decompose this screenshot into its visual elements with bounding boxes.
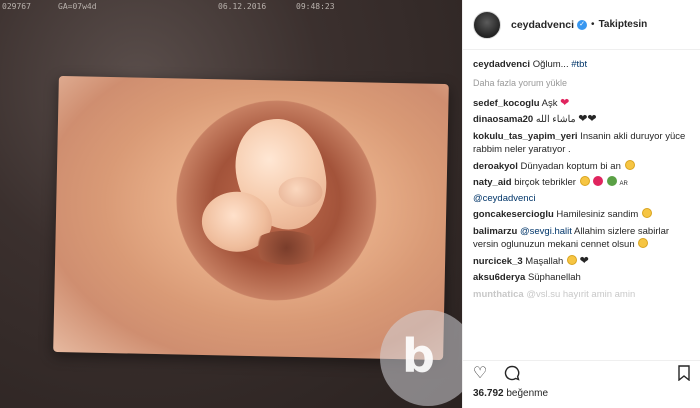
comment-item: aksu6derya Süphanellah [473,271,693,285]
laughing-emoji-icon [641,208,652,218]
avatar[interactable] [473,10,501,39]
comment-text: Hamilesiniz sandim [556,209,639,220]
comment-item: munthatica @vsl.su hayırit amin amin [473,288,693,302]
comment-username[interactable]: kokulu_tas_yapim_yeri [473,131,578,142]
comment-username[interactable]: goncakesercioglu [473,209,554,220]
comment-username[interactable]: dinaosama20 [473,114,533,125]
header-username[interactable]: ceydadvenci [511,19,574,31]
action-bar: ♡ [463,360,700,382]
likes-count[interactable]: 36.792 beğenme [473,388,548,399]
leaf-emoji-icon [606,176,617,186]
scan-ga: GA=07w4d [58,2,97,11]
likes-number: 36.792 [473,388,504,399]
laughing-emoji-icon [638,238,649,248]
laughing-emoji-icon [624,159,635,170]
scan-time: 09:48:23 [296,2,335,11]
comment-username[interactable]: sedef_kocoglu [473,98,540,109]
comment-username[interactable]: nurcicek_3 [473,256,523,267]
watermark-logo: b [380,310,462,406]
red-heart-emoji-icon: ❤ [560,96,570,109]
ultrasound-header: 029767 GA=07w4d 06.12.2016 09:48:23 [0,0,462,14]
comment-item: nurcicek_3 Maşallah ❤ [473,254,693,269]
comment-item: balimarzu @sevgi.halit Allahim sizlere s… [473,225,693,252]
comment-mention[interactable]: @ceydadvenci [473,193,535,204]
load-more-comments[interactable]: Daha fazla yorum yükle [473,78,693,88]
comment-item: sedef_kocoglu Aşk ❤ [473,97,693,111]
comment-text: ماشاء الله [535,114,576,125]
comment-item: dinaosama20 ماشاء الله ❤❤ [473,113,693,127]
caption-hashtag[interactable]: #tbt [571,59,587,70]
comment-suffix: AR [619,181,628,187]
comment-username[interactable]: deroakyol [473,161,518,172]
comment-text: Süphanellah [527,272,581,283]
following-status[interactable]: Takiptesin [599,19,648,30]
scan-date: 06.12.2016 [218,2,267,11]
smile-emoji-icon [579,176,590,186]
comment-bubble-icon[interactable] [503,365,521,383]
comment-item: deroakyol Dünyadan koptum bi an [473,159,693,174]
black-heart-emoji-icon: ❤❤ [578,113,597,125]
heart-outline-icon[interactable]: ♡ [471,365,489,383]
post-sidebar: ceydadvenci ✓ • Takiptesin ceydadvenci O… [462,0,700,408]
post-photo[interactable]: 029767 GA=07w4d 06.12.2016 09:48:23 b [0,0,462,408]
comment-text: birçok tebrikler [514,177,576,188]
comment-username[interactable]: aksu6derya [473,272,525,283]
ultrasound-image [53,75,449,361]
scan-id: 029767 [2,2,31,11]
comment-text: Maşallah [525,255,564,267]
verified-badge-icon: ✓ [577,19,588,30]
comment-username[interactable]: naty_aid [473,177,512,188]
comment-item: goncakesercioglu Hamilesiniz sandim [473,208,693,222]
bookmark-icon[interactable] [675,365,693,383]
comment-item: naty_aid birçok tebrikler AR @ceydadvenc… [473,176,693,205]
comment-username[interactable]: balimarzu [473,226,517,237]
likes-label: beğenme [506,388,549,399]
post-header: ceydadvenci ✓ • Takiptesin [463,0,700,50]
caption-username[interactable]: ceydadvenci [473,59,530,70]
comments-list: ceydadvenci Oğlum... #tbt Daha fazla yor… [463,58,700,358]
black-heart-emoji-icon: ❤ [579,254,589,267]
comment-username[interactable]: munthatica [473,289,524,300]
comment-item: kokulu_tas_yapim_yeri Insanin akli duruy… [473,130,693,157]
comment-mention[interactable]: @sevgi.halit [520,226,572,237]
caption: ceydadvenci Oğlum... #tbt [473,58,693,72]
caption-text: Oğlum... [532,59,569,70]
red-heart-emoji-icon [593,176,604,186]
comment-text: Dünyadan koptum bi an [520,160,621,172]
comment-text: Aşk [541,97,558,109]
heart-eyes-emoji-icon [566,254,577,265]
comment-text: @vsl.su hayırit amin amin [526,288,636,300]
separator-dot: • [591,19,595,30]
